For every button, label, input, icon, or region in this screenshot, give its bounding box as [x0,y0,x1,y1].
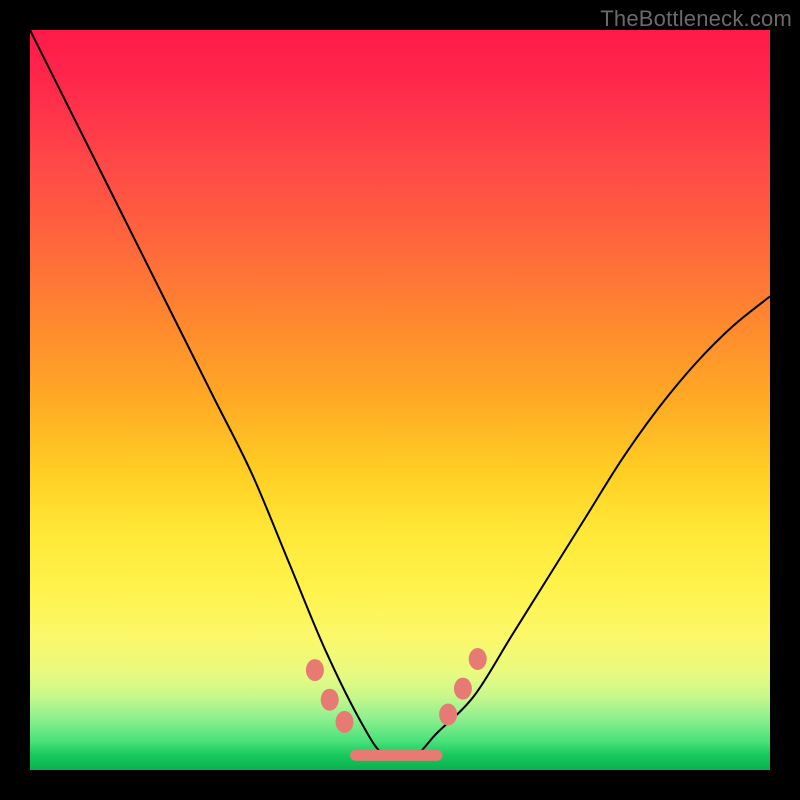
bottleneck-curve [30,30,770,758]
watermark-text: TheBottleneck.com [600,6,792,32]
plot-area [30,30,770,770]
chart-overlay-svg [30,30,770,770]
valley-bead [306,659,324,681]
valley-beads-group [306,648,487,733]
valley-bead [454,678,472,700]
valley-bead [321,689,339,711]
chart-frame: TheBottleneck.com [0,0,800,800]
valley-bead [439,704,457,726]
valley-bead [336,711,354,733]
valley-bead [469,648,487,670]
